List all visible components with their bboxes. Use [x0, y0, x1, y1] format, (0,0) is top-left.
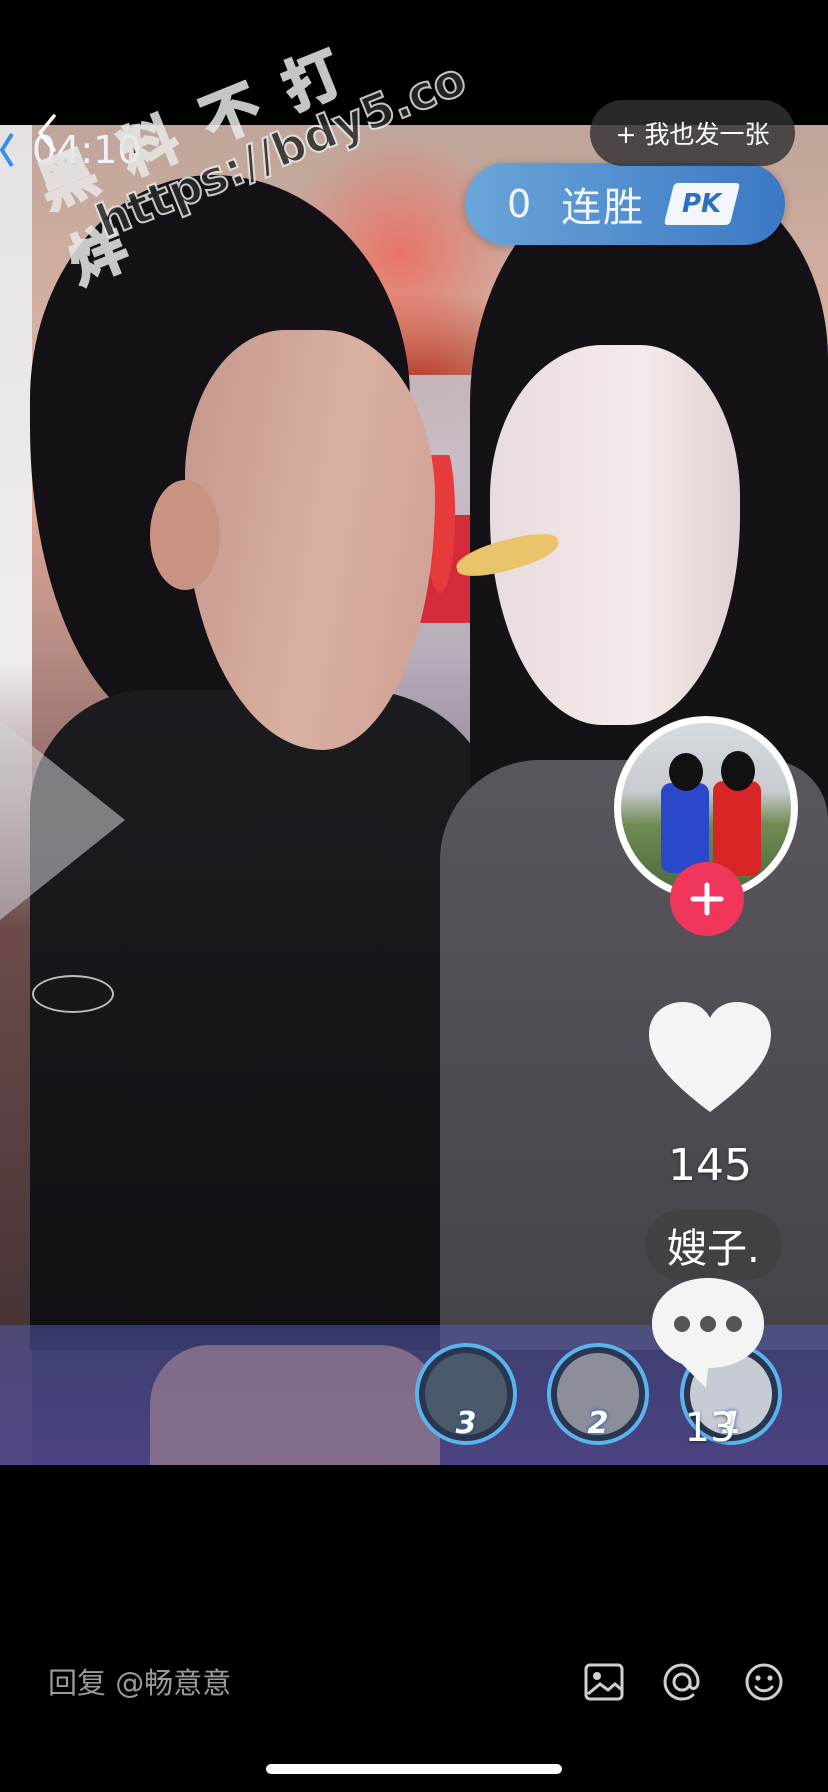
nickname-tag[interactable]: 嫂子. — [645, 1210, 782, 1280]
comment-count: 13 — [684, 1405, 736, 1451]
rank-avatar-2[interactable]: 2 — [547, 1343, 649, 1445]
at-icon[interactable] — [660, 1660, 704, 1704]
timer: 04:10 — [0, 120, 142, 180]
plus-icon — [690, 882, 724, 916]
pk-streak-label: 连胜 — [561, 185, 646, 231]
home-indicator[interactable] — [266, 1764, 562, 1774]
reply-input[interactable]: 回复 @畅意意 — [48, 1660, 231, 1702]
rank-avatar-3[interactable]: 3 — [415, 1343, 517, 1445]
emoji-icon[interactable] — [742, 1660, 786, 1704]
rank-number: 3 — [455, 1406, 477, 1441]
heart-icon[interactable] — [645, 1000, 775, 1120]
back-icon[interactable] — [30, 108, 70, 158]
pk-badge-text: PK — [682, 189, 722, 219]
pk-streak-count: 0 — [507, 182, 532, 226]
follow-button[interactable] — [670, 862, 744, 936]
photo-jacket-logo — [32, 975, 114, 1013]
pk-streak-banner: 0 连胜 PK — [465, 163, 785, 245]
like-count: 145 — [668, 1140, 752, 1191]
photo-hand — [150, 1345, 440, 1465]
chevron-left-icon — [0, 132, 14, 168]
photo-man-ear — [150, 480, 220, 590]
post-too-button[interactable]: + 我也发一张 — [590, 100, 795, 166]
screen: 3 2 1 04:10 0 连胜 PK + 我也发一张 黑料不打烊 https:… — [0, 0, 828, 1792]
comment-icon[interactable] — [646, 1272, 770, 1392]
reply-bar: 回复 @畅意意 — [0, 1620, 828, 1740]
image-icon[interactable] — [582, 1660, 626, 1704]
rank-number: 2 — [587, 1406, 609, 1441]
pk-badge: PK — [663, 183, 741, 225]
previous-arrow-icon[interactable] — [0, 720, 135, 920]
